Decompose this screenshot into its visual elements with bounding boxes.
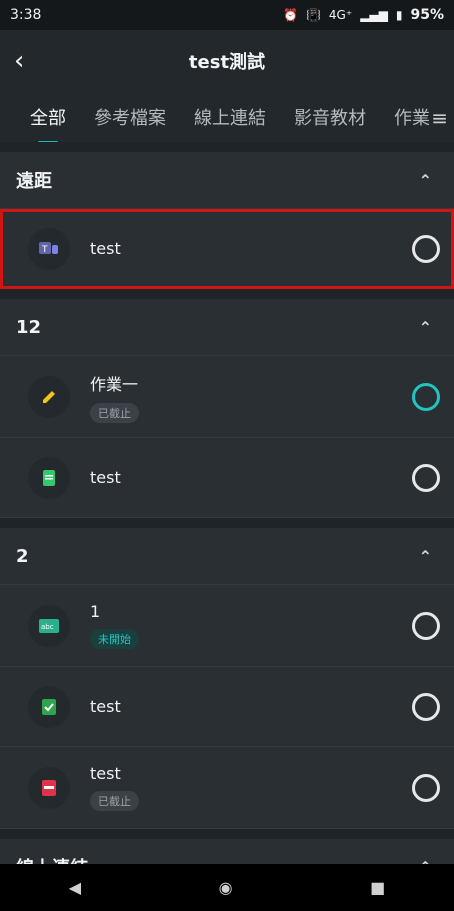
battery-level: 95% <box>410 7 444 23</box>
vibrate-icon: 📳 <box>305 8 321 22</box>
item-text: test <box>90 468 121 487</box>
item-text: test <box>90 239 121 258</box>
back-arrow-icon[interactable]: ‹ <box>14 46 24 76</box>
item-text: 作業一 已截止 <box>90 371 139 423</box>
teams-icon: T <box>28 227 70 270</box>
status-icons: ⏰ 📳 4G⁺ ▂▄▆ ▮ 95% <box>283 7 444 23</box>
item-title: test <box>90 764 121 783</box>
home-circle-icon[interactable]: ◉ <box>219 878 233 897</box>
list-item[interactable]: test 已截止 <box>0 747 454 829</box>
status-badge: 未開始 <box>90 629 139 649</box>
item-title: 1 <box>90 602 101 621</box>
network-label: 4G⁺ <box>328 8 353 22</box>
status-circle-icon[interactable] <box>412 692 440 721</box>
section-title: 線上連結 <box>16 854 88 864</box>
section-online-links: 線上連結 ⌃ <box>0 839 454 864</box>
section-title: 12 <box>16 316 42 338</box>
item-text: test 已截止 <box>90 764 139 811</box>
list-item[interactable]: T test <box>0 209 454 289</box>
recents-square-icon[interactable]: ■ <box>370 878 385 897</box>
alarm-icon: ⏰ <box>283 8 298 22</box>
check-form-icon <box>28 685 70 728</box>
list-item[interactable]: 作業一 已截止 <box>0 356 454 438</box>
tab-online-links[interactable]: 線上連結 <box>194 104 266 130</box>
section-title: 遠距 <box>16 171 52 192</box>
status-circle-icon[interactable] <box>412 611 440 640</box>
tab-assignments[interactable]: 作業 <box>394 104 430 130</box>
list-item[interactable]: abc 1 未開始 <box>0 585 454 667</box>
status-circle-icon[interactable] <box>412 234 440 263</box>
status-circle-icon[interactable] <box>412 382 440 411</box>
item-text: test <box>90 697 121 716</box>
item-title: test <box>90 239 121 258</box>
status-bar: 3:38 ⏰ 📳 4G⁺ ▂▄▆ ▮ 95% <box>0 0 454 30</box>
section-header[interactable]: 2 ⌃ <box>0 528 454 585</box>
status-badge: 已截止 <box>90 791 139 811</box>
tab-video-materials[interactable]: 影音教材 <box>294 104 366 130</box>
item-title: test <box>90 468 121 487</box>
tabs-menu-icon[interactable]: ≡ <box>431 106 448 130</box>
document-icon <box>28 456 70 499</box>
tab-all[interactable]: 全部 <box>30 104 66 144</box>
pencil-icon <box>28 375 70 418</box>
section-header[interactable]: 線上連結 ⌃ <box>0 839 454 865</box>
status-circle-icon[interactable] <box>412 463 440 492</box>
section-12: 12 ⌃ 作業一 已截止 test <box>0 299 454 518</box>
system-nav-bar: ◀ ◉ ■ <box>0 864 454 911</box>
tab-bar: 全部 參考檔案 線上連結 影音教材 作業 <box>0 92 454 144</box>
section-remote: 遠距 ⌃ T test <box>0 152 454 289</box>
section-header[interactable]: 12 ⌃ <box>0 299 454 356</box>
status-time: 3:38 <box>10 7 42 23</box>
back-triangle-icon[interactable]: ◀ <box>69 878 81 897</box>
tab-reference-files[interactable]: 參考檔案 <box>94 104 166 130</box>
section-title: 2 <box>16 545 29 567</box>
item-text: 1 未開始 <box>90 602 139 649</box>
section-header[interactable]: 遠距 ⌃ <box>0 152 454 209</box>
content-list: 遠距 ⌃ T test 12 ⌃ 作業一 已截止 test 2 ⌃ abc 1 … <box>0 142 454 864</box>
pdf-icon <box>28 766 70 809</box>
page-title: test測試 <box>188 52 266 73</box>
svg-text:abc: abc <box>41 623 54 631</box>
item-title: test <box>90 697 121 716</box>
svg-text:T: T <box>41 245 48 255</box>
chevron-up-icon[interactable]: ⌃ <box>419 171 432 190</box>
battery-icon: ▮ <box>395 8 403 22</box>
list-item[interactable]: test <box>0 667 454 747</box>
chevron-up-icon[interactable]: ⌃ <box>419 318 432 337</box>
app-bar: ‹ test測試 <box>0 30 454 92</box>
status-badge: 已截止 <box>90 402 139 423</box>
status-circle-icon[interactable] <box>412 773 440 802</box>
abc-icon: abc <box>28 604 70 647</box>
list-item[interactable]: test <box>0 438 454 518</box>
section-2: 2 ⌃ abc 1 未開始 test test 已截止 <box>0 528 454 829</box>
chevron-up-icon[interactable]: ⌃ <box>419 547 432 566</box>
item-title: 作業一 <box>90 374 139 394</box>
signal-icon: ▂▄▆ <box>360 8 388 22</box>
